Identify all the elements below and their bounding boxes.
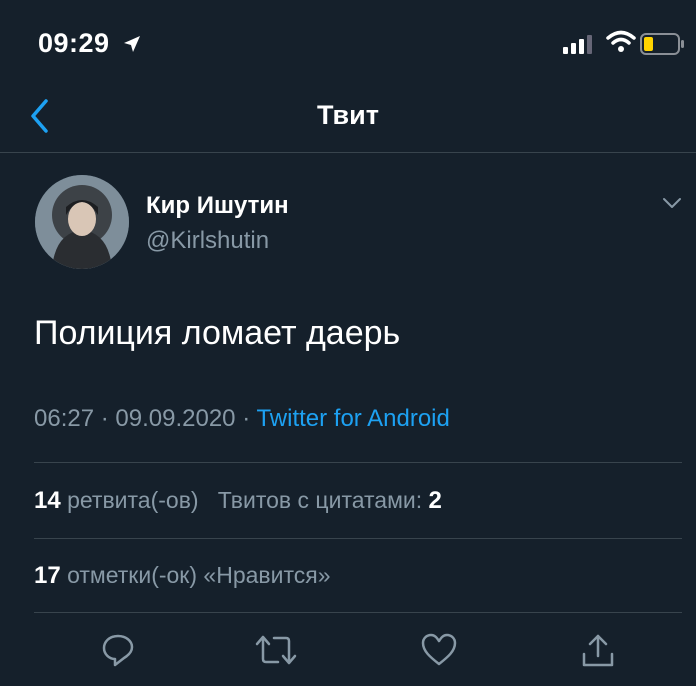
divider	[34, 462, 682, 463]
likes-label: отметки(-ок) «Нравится»	[67, 562, 331, 588]
retweets-label: ретвита(-ов)	[67, 487, 199, 513]
meta-separator: ·	[242, 405, 251, 432]
meta-separator: ·	[100, 405, 109, 432]
tweet-actions	[0, 632, 696, 672]
like-heart-icon[interactable]	[420, 632, 458, 673]
tweet-date: 09.09.2020	[115, 405, 236, 432]
page-title: Твит	[317, 100, 379, 130]
wifi-icon	[606, 30, 636, 59]
quotes-label[interactable]: Твитов с цитатами:	[218, 487, 422, 513]
status-time: 09:29	[38, 28, 110, 58]
divider	[34, 538, 682, 539]
author-name[interactable]: Кир Ишутин	[146, 192, 289, 220]
battery-icon	[640, 32, 686, 61]
retweet-icon[interactable]	[254, 632, 298, 673]
chevron-down-icon[interactable]	[662, 196, 682, 215]
cellular-signal-icon	[563, 34, 595, 59]
avatar[interactable]	[35, 175, 129, 269]
navigation-bar: Твит	[0, 80, 696, 153]
tweet-source-link[interactable]: Twitter for Android	[256, 405, 449, 432]
retweets-count: 14	[34, 487, 61, 514]
location-arrow-icon	[122, 34, 142, 59]
tweet-text: Полиция ломает даерь	[34, 314, 401, 352]
retweet-stats[interactable]: 14 ретвита(-ов) Твитов с цитатами: 2	[34, 487, 442, 515]
quotes-count[interactable]: 2	[429, 487, 442, 514]
likes-count: 17	[34, 562, 61, 589]
author-handle[interactable]: @Kirlshutin	[146, 227, 269, 255]
status-bar: 09:29	[0, 0, 696, 80]
share-icon[interactable]	[580, 632, 616, 675]
tweet-meta: 06:27 · 09.09.2020 · Twitter for Android	[34, 405, 450, 433]
divider	[34, 612, 682, 613]
reply-icon[interactable]	[100, 632, 136, 673]
tweet-time: 06:27	[34, 405, 95, 432]
like-stats[interactable]: 17 отметки(-ок) «Нравится»	[34, 562, 331, 590]
